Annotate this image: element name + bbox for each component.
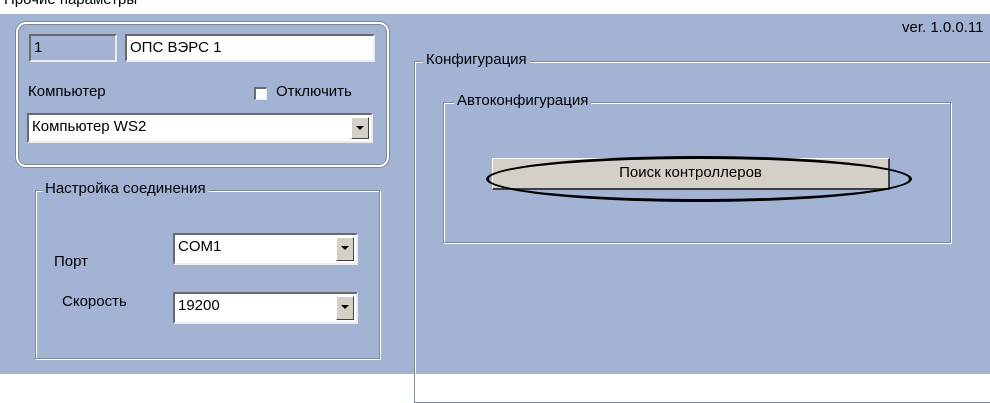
- configuration-group: Конфигурация Автоконфигурация Поиск конт…: [414, 51, 990, 403]
- chevron-down-icon[interactable]: [336, 296, 354, 320]
- speed-select[interactable]: 19200: [173, 292, 358, 324]
- speed-label: Скорость: [62, 293, 127, 310]
- computer-select-value: Компьютер WS2: [32, 118, 147, 135]
- configuration-legend: Конфигурация: [423, 51, 530, 68]
- port-label: Порт: [54, 253, 89, 270]
- speed-select-value: 19200: [178, 297, 220, 314]
- autoconfig-legend: Автоконфигурация: [454, 92, 592, 109]
- settings-panel: ver. 1.0.0.11 1 ОПС ВЭРС 1 Компьютер Отк…: [0, 14, 990, 403]
- disable-label[interactable]: Отключить: [276, 83, 352, 100]
- top-strip: Прочие параметры: [0, 0, 990, 15]
- search-controllers-button[interactable]: Поиск контроллеров: [492, 158, 890, 190]
- disable-checkbox[interactable]: [254, 87, 267, 100]
- chevron-down-icon[interactable]: [336, 237, 354, 261]
- object-box: 1 ОПС ВЭРС 1 Компьютер Отключить Компьют…: [16, 22, 389, 167]
- connection-legend: Настройка соединения: [42, 180, 209, 197]
- version-label: ver. 1.0.0.11: [902, 19, 984, 36]
- top-strip-text: Прочие параметры: [4, 0, 137, 8]
- port-select[interactable]: COM1: [173, 233, 358, 265]
- connection-group: Настройка соединения Порт COM1 Скорость …: [35, 180, 380, 359]
- autoconfig-group: Автоконфигурация Поиск контроллеров: [443, 92, 951, 243]
- computer-label: Компьютер: [28, 83, 106, 100]
- chevron-down-icon[interactable]: [351, 117, 369, 139]
- object-id-field[interactable]: 1: [29, 34, 117, 62]
- computer-select[interactable]: Компьютер WS2: [27, 113, 373, 143]
- port-select-value: COM1: [178, 238, 222, 255]
- object-name-field[interactable]: ОПС ВЭРС 1: [125, 34, 375, 62]
